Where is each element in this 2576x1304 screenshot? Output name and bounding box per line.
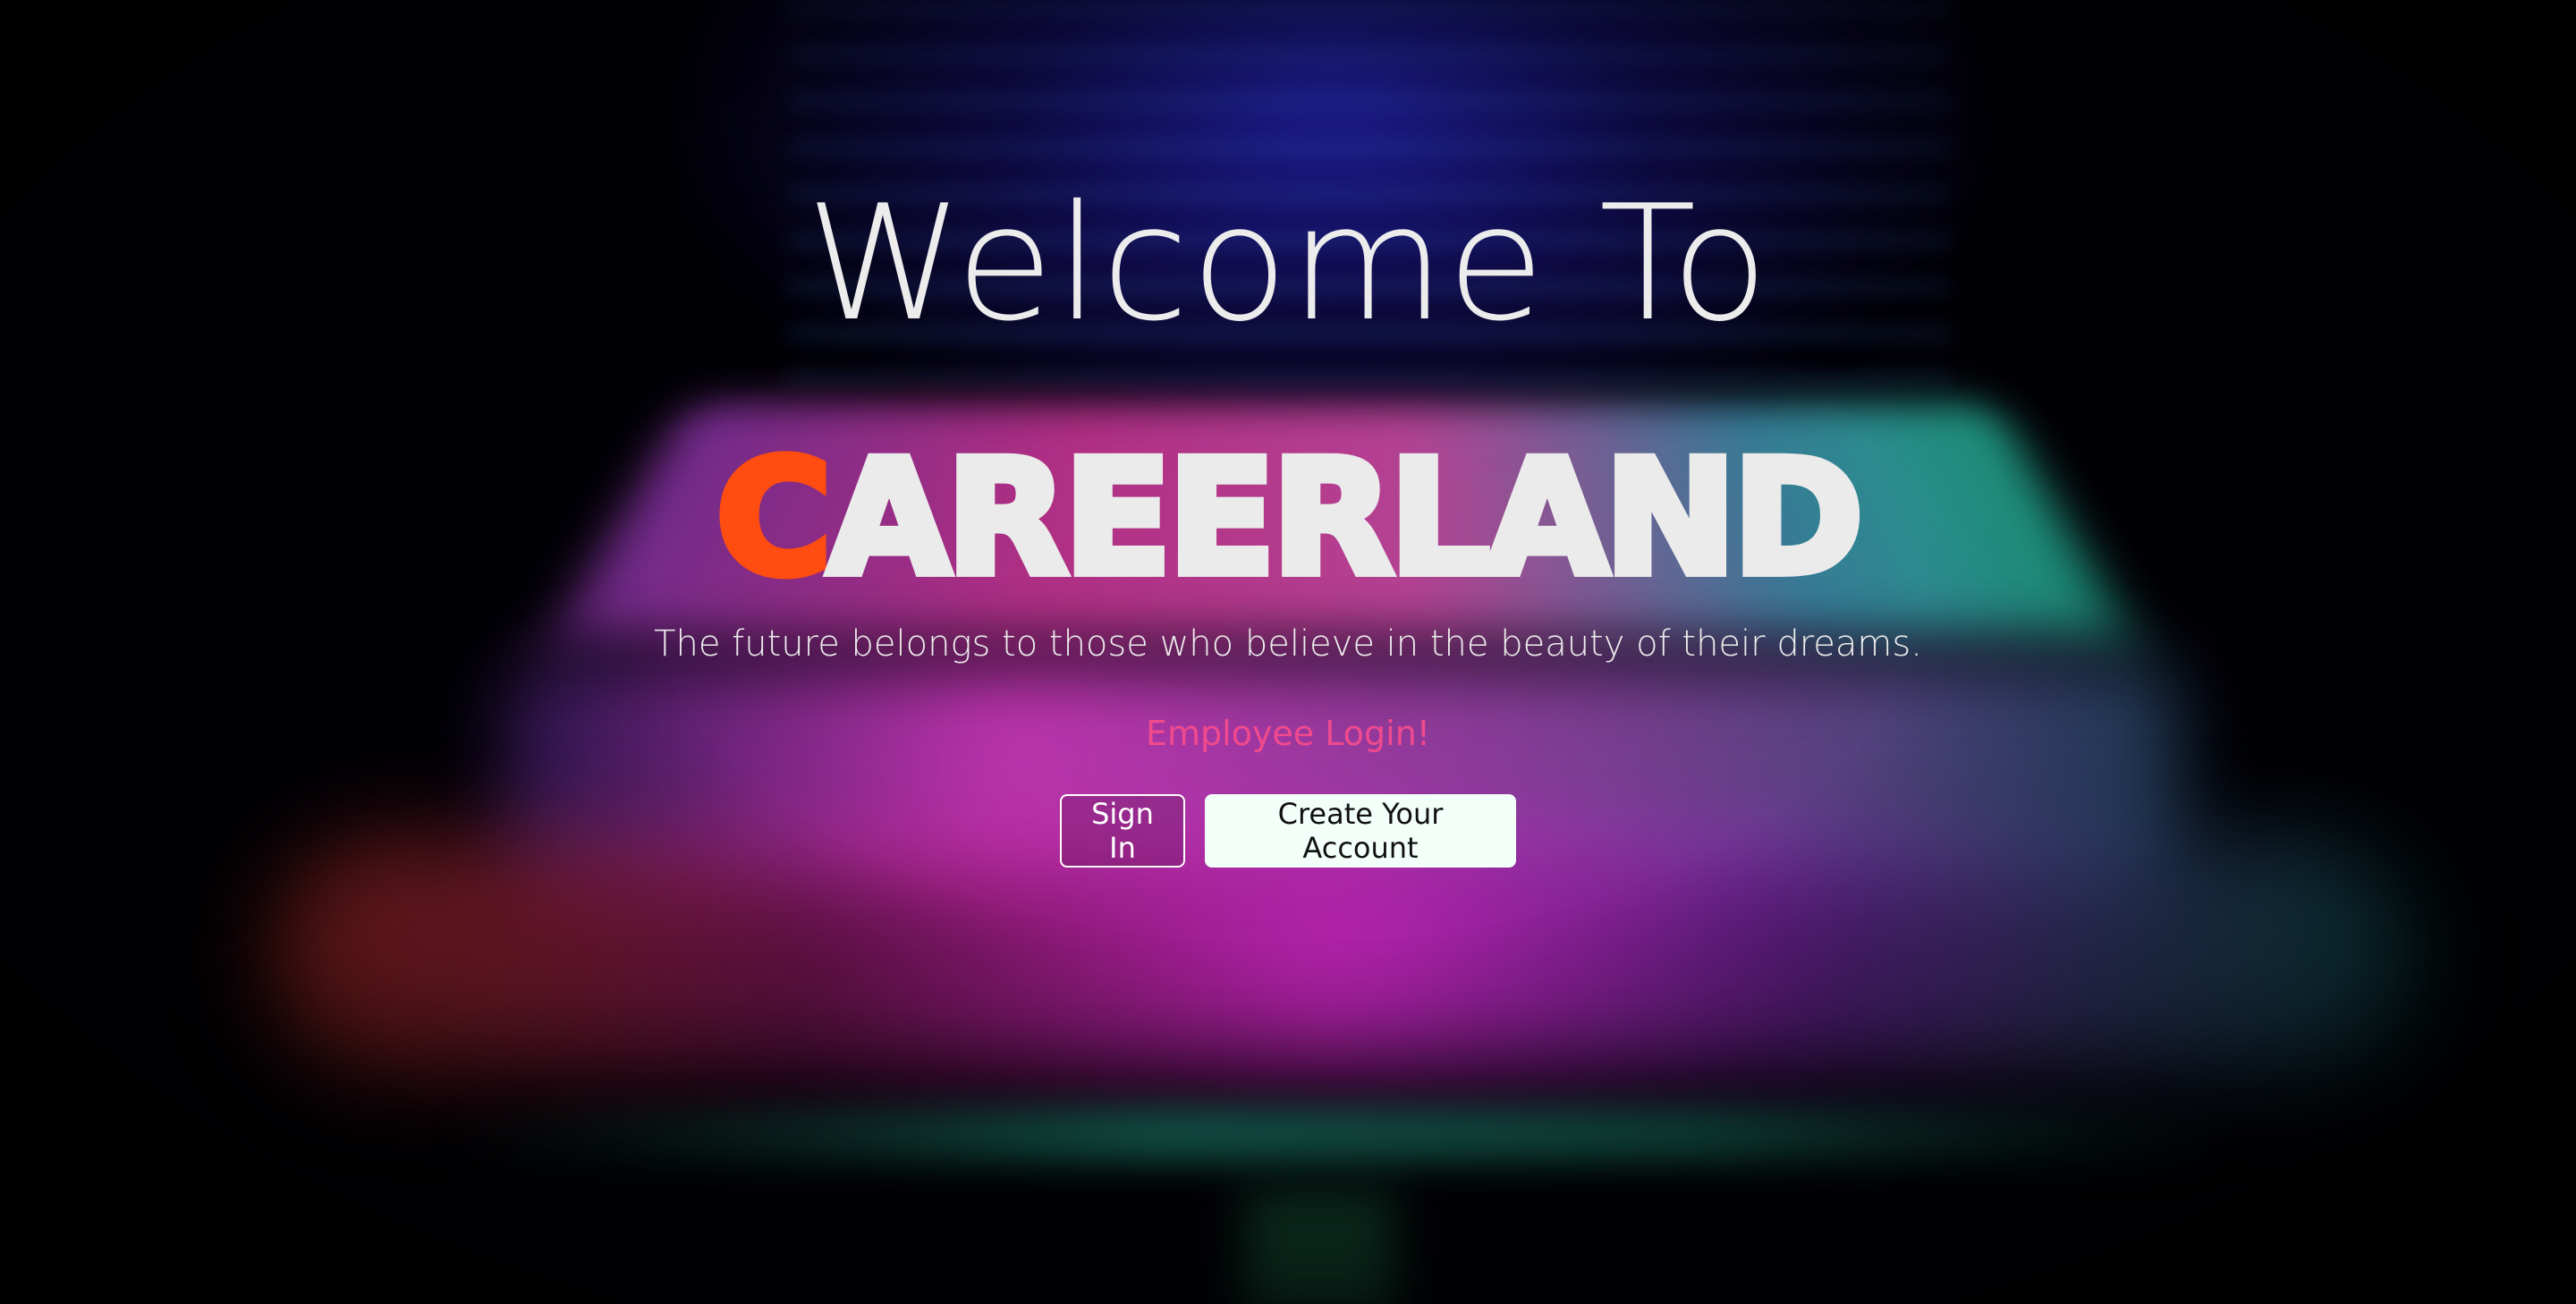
brand-first-letter: C [712, 427, 836, 610]
employee-login-link[interactable]: Employee Login! [0, 707, 2576, 760]
action-buttons: Sign In Create Your Account [0, 794, 2576, 868]
brand-logo-text: CAREERLAND [0, 436, 2576, 602]
welcome-heading: Welcome To [805, 171, 1771, 356]
landing-page: Welcome To CAREERLAND The future belongs… [0, 0, 2576, 1304]
hero-section: Welcome To CAREERLAND The future belongs… [0, 0, 2576, 1304]
create-account-button[interactable]: Create Your Account [1205, 794, 1516, 868]
tagline: The future belongs to those who believe … [654, 623, 1922, 665]
brand-name-rest: AREERLAND [824, 427, 1868, 610]
sign-in-button[interactable]: Sign In [1060, 794, 1185, 868]
